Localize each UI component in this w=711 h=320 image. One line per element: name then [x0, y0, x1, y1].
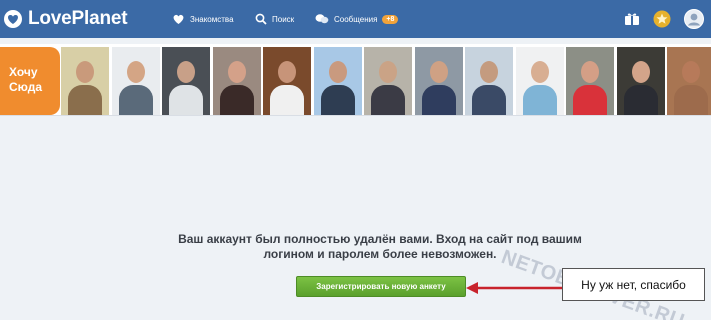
logo[interactable]: LovePlanet: [0, 6, 128, 32]
photo-body: [118, 85, 153, 115]
profile-photo[interactable]: [414, 47, 463, 115]
photo-face: [227, 61, 246, 83]
photo-face: [581, 61, 599, 83]
profile-photo[interactable]: [61, 47, 109, 115]
photo-face: [429, 61, 448, 83]
photo-face: [278, 61, 296, 83]
profile-photo[interactable]: [566, 47, 614, 115]
photo-body: [320, 85, 355, 115]
photo-body: [169, 85, 203, 115]
avatar-icon[interactable]: [684, 9, 704, 29]
photo-face: [530, 61, 549, 83]
profile-photo[interactable]: [313, 47, 362, 115]
top-bar: LovePlanet Знакомства Поиск Сообщения +8: [0, 0, 711, 38]
photo-body: [573, 85, 607, 115]
register-new-profile-button[interactable]: Зарегистрировать новую анкету: [296, 276, 466, 297]
nav-dating-label: Знакомства: [190, 14, 234, 24]
photo-body: [371, 85, 405, 115]
chat-bubbles-icon: [315, 13, 329, 25]
gift-icon[interactable]: [622, 9, 642, 29]
photo-face: [682, 61, 700, 83]
photo-face: [631, 61, 650, 83]
profile-photo[interactable]: [212, 47, 261, 115]
photo-face: [126, 61, 145, 83]
profile-photo[interactable]: [465, 47, 513, 115]
nav-dating[interactable]: Знакомства: [172, 0, 234, 38]
photo-strip: Хочу Сюда: [0, 44, 711, 116]
photo-body: [623, 85, 658, 115]
want-here-button[interactable]: Хочу Сюда: [0, 47, 60, 115]
star-icon[interactable]: [652, 9, 672, 29]
profile-photo[interactable]: [162, 47, 210, 115]
profile-photo[interactable]: [515, 47, 564, 115]
profile-photo[interactable]: [667, 47, 711, 115]
photo-face: [328, 61, 347, 83]
photo-body: [674, 85, 708, 115]
photo-face: [177, 61, 195, 83]
nav-messages[interactable]: Сообщения +8: [315, 0, 399, 38]
photo-face: [76, 61, 94, 83]
planet-logo-icon: [1, 7, 25, 31]
photo-body: [219, 85, 254, 115]
photo-body: [68, 85, 102, 115]
profile-photo[interactable]: [263, 47, 311, 115]
profile-photo[interactable]: [364, 47, 412, 115]
photo-face: [379, 61, 397, 83]
hearts-icon: [172, 13, 185, 25]
nav-search-label: Поиск: [272, 14, 295, 24]
profile-photo[interactable]: [111, 47, 160, 115]
messages-count-badge: +8: [382, 14, 399, 24]
brand-name: LovePlanet: [28, 8, 128, 29]
nav-search[interactable]: Поиск: [255, 0, 294, 38]
profile-photo[interactable]: [616, 47, 665, 115]
message-line-1: Ваш аккаунт был полностью удалён вами. В…: [178, 232, 582, 246]
callout-box: Ну уж нет, спасибо: [562, 268, 705, 301]
search-icon: [255, 13, 267, 25]
nav-messages-label: Сообщения: [334, 14, 378, 24]
photo-body: [522, 85, 557, 115]
photo-body: [270, 85, 304, 115]
photo-body: [421, 85, 456, 115]
photo-face: [480, 61, 498, 83]
photo-body: [472, 85, 506, 115]
